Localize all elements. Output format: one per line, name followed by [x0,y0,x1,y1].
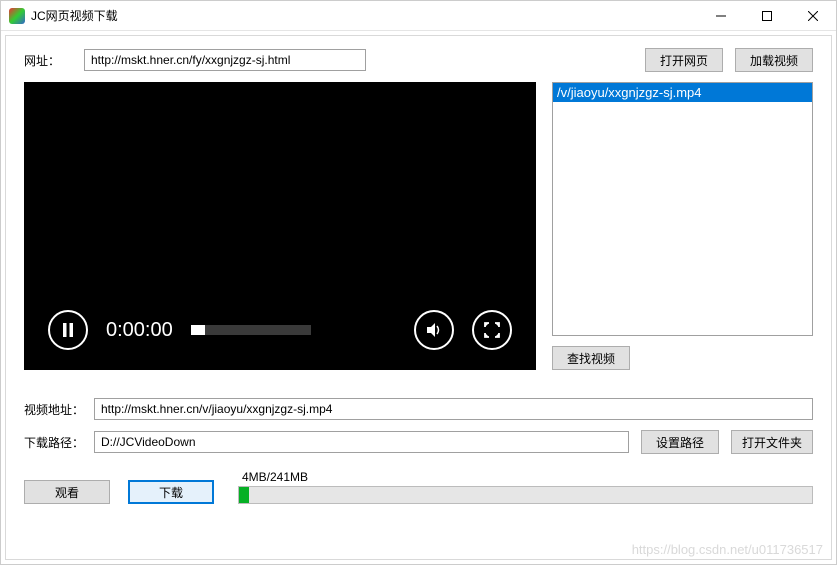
watermark-text: https://blog.csdn.net/u011736517 [632,542,823,557]
content-area: 网址： 打开网页 加载视频 0:00:00 [5,35,832,560]
watch-button[interactable]: 观看 [24,480,110,504]
video-address-row: 视频地址： [24,398,813,420]
download-progress [238,486,813,504]
url-label: 网址： [24,52,84,69]
right-column: /v/jiaoyu/xxgnjzgz-sj.mp4 查找视频 [552,82,813,370]
bottom-row: 观看 下载 4MB/241MB [24,470,813,504]
pause-button[interactable] [48,310,88,350]
search-video-button[interactable]: 查找视频 [552,346,630,370]
minimize-button[interactable] [698,1,744,31]
action-buttons: 观看 下载 [24,480,214,504]
video-player[interactable]: 0:00:00 [24,82,536,370]
video-controls: 0:00:00 [24,310,536,350]
list-item[interactable]: /v/jiaoyu/xxgnjzgz-sj.mp4 [553,83,812,102]
url-row: 网址： 打开网页 加载视频 [24,48,813,72]
download-progress-fill [239,487,249,503]
download-path-row: 下载路径： 设置路径 打开文件夹 [24,430,813,454]
search-row: 查找视频 [552,346,813,370]
url-input[interactable] [84,49,366,71]
load-video-button[interactable]: 加载视频 [735,48,813,72]
video-list[interactable]: /v/jiaoyu/xxgnjzgz-sj.mp4 [552,82,813,336]
progress-text: 4MB/241MB [238,470,813,484]
progress-wrap: 4MB/241MB [238,470,813,504]
window-title: JC网页视频下载 [31,7,698,24]
titlebar: JC网页视频下载 [1,1,836,31]
open-folder-button[interactable]: 打开文件夹 [731,430,813,454]
video-progress-fill [191,325,205,335]
close-button[interactable] [790,1,836,31]
volume-button[interactable] [414,310,454,350]
video-progress[interactable] [191,325,311,335]
video-address-input[interactable] [94,398,813,420]
app-window: JC网页视频下载 网址： 打开网页 加载视频 0:00:00 [0,0,837,565]
app-icon [9,8,25,24]
maximize-button[interactable] [744,1,790,31]
download-button[interactable]: 下载 [128,480,214,504]
video-address-label: 视频地址： [24,401,94,418]
open-page-button[interactable]: 打开网页 [645,48,723,72]
playback-time: 0:00:00 [106,319,173,342]
set-path-button[interactable]: 设置路径 [641,430,719,454]
fullscreen-button[interactable] [472,310,512,350]
mid-area: 0:00:00 /v/jiaoyu/xxgnjzgz-sj.mp4 [24,82,813,370]
window-controls [698,1,836,31]
download-path-label: 下载路径： [24,434,94,451]
download-path-input[interactable] [94,431,629,453]
